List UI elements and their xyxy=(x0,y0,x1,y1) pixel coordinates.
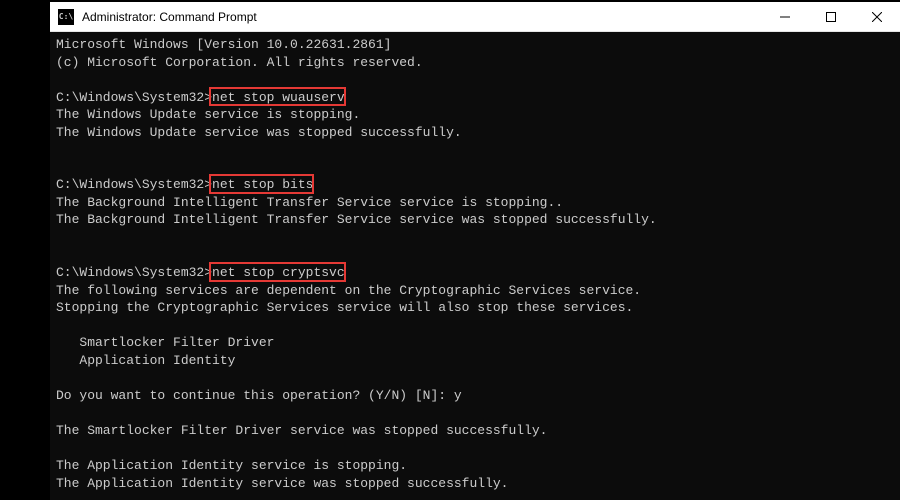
titlebar[interactable]: C:\ Administrator: Command Prompt xyxy=(50,2,900,32)
output-line: Stopping the Cryptographic Services serv… xyxy=(56,299,894,317)
command-prompt-window: C:\ Administrator: Command Prompt Micros… xyxy=(50,2,900,500)
blank-line xyxy=(56,141,894,159)
minimize-button[interactable] xyxy=(762,2,808,31)
output-line: The following services are dependent on … xyxy=(56,282,894,300)
output-line: The Application Identity service was sto… xyxy=(56,475,894,493)
window-title: Administrator: Command Prompt xyxy=(82,10,762,24)
blank-line xyxy=(56,369,894,387)
header-line: (c) Microsoft Corporation. All rights re… xyxy=(56,54,894,72)
output-line: Smartlocker Filter Driver xyxy=(56,334,894,352)
prompt-line: C:\Windows\System32>net stop bits xyxy=(56,176,894,194)
output-line: The Windows Update service was stopped s… xyxy=(56,124,894,142)
blank-line xyxy=(56,440,894,458)
blank-line xyxy=(56,247,894,265)
prompt-line: C:\Windows\System32>net stop wuauserv xyxy=(56,89,894,107)
close-button[interactable] xyxy=(854,2,900,31)
output-line: The Windows Update service is stopping. xyxy=(56,106,894,124)
output-line: Application Identity xyxy=(56,352,894,370)
terminal-body[interactable]: Microsoft Windows [Version 10.0.22631.28… xyxy=(50,32,900,500)
blank-line xyxy=(56,229,894,247)
command-text: net stop cryptsvc xyxy=(212,264,345,282)
output-line: The Smartlocker Filter Driver service wa… xyxy=(56,422,894,440)
prompt-line: C:\Windows\System32>net stop cryptsvc xyxy=(56,264,894,282)
blank-line xyxy=(56,404,894,422)
blank-line xyxy=(56,317,894,335)
output-line: The Application Identity service is stop… xyxy=(56,457,894,475)
prompt-text: C:\Windows\System32> xyxy=(56,89,212,107)
blank-line xyxy=(56,159,894,177)
output-line: The Background Intelligent Transfer Serv… xyxy=(56,194,894,212)
output-line: Do you want to continue this operation? … xyxy=(56,387,894,405)
command-text: net stop bits xyxy=(212,176,313,194)
output-line: The Background Intelligent Transfer Serv… xyxy=(56,211,894,229)
window-controls xyxy=(762,2,900,31)
prompt-text: C:\Windows\System32> xyxy=(56,264,212,282)
blank-line xyxy=(56,71,894,89)
header-line: Microsoft Windows [Version 10.0.22631.28… xyxy=(56,36,894,54)
cmd-icon: C:\ xyxy=(58,9,74,25)
blank-line xyxy=(56,492,894,500)
prompt-text: C:\Windows\System32> xyxy=(56,176,212,194)
maximize-button[interactable] xyxy=(808,2,854,31)
command-text: net stop wuauserv xyxy=(212,89,345,107)
